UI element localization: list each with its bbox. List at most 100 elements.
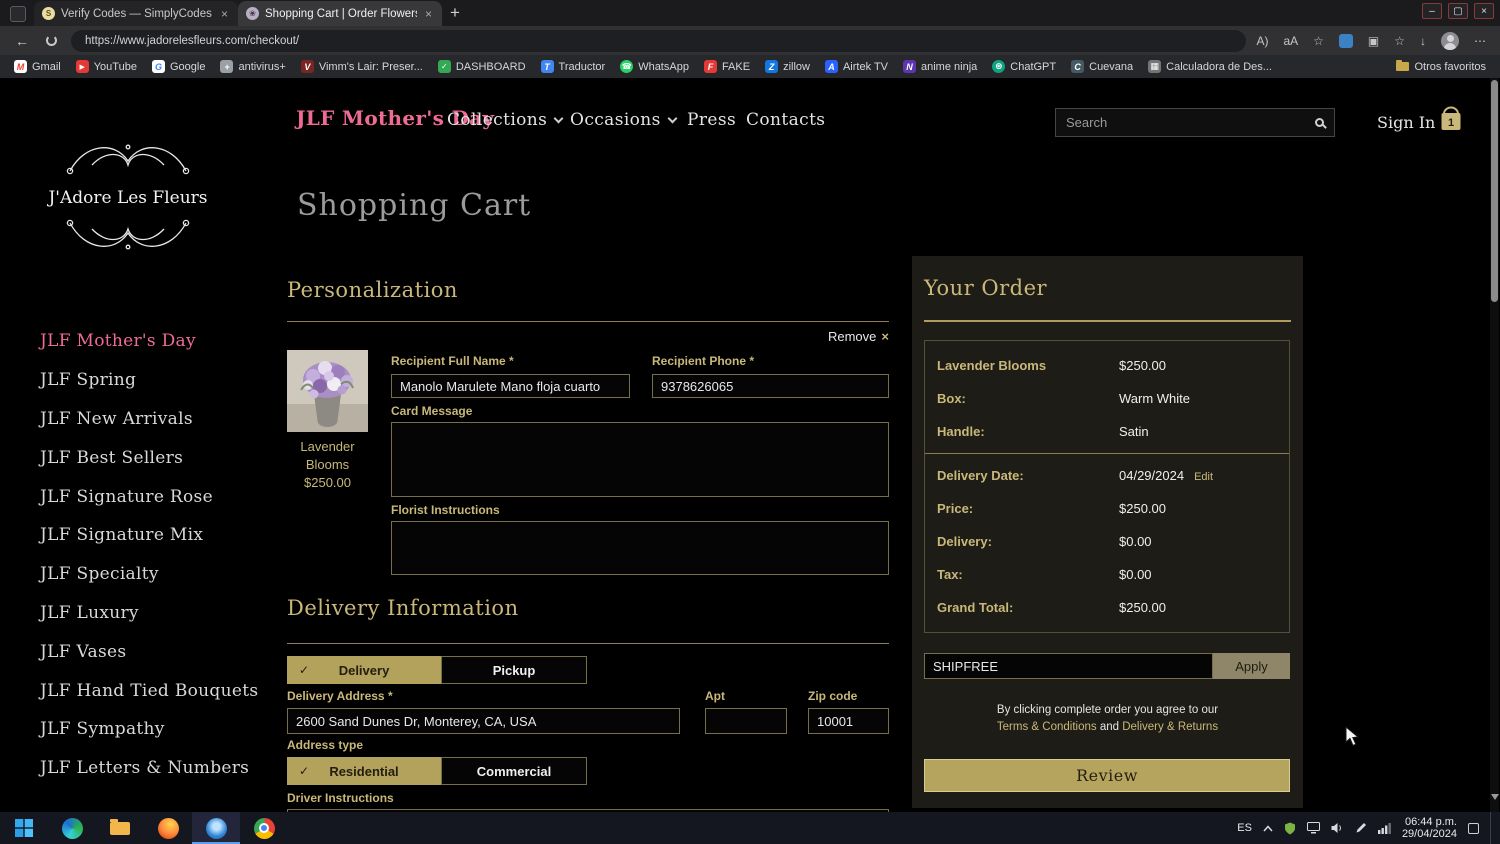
returns-link[interactable]: Delivery & Returns	[1122, 721, 1218, 733]
edge-taskbar-icon[interactable]	[48, 812, 96, 844]
nav-occasions[interactable]: Occasions	[570, 110, 678, 130]
bookmark-antivirus[interactable]: + antivirus+	[220, 60, 286, 73]
tab-close-icon[interactable]: ×	[423, 7, 434, 21]
sidebar-item-best-sellers[interactable]: JLF Best Sellers	[40, 438, 258, 477]
sidebar-item-sympathy[interactable]: JLF Sympathy	[40, 710, 258, 749]
translate-icon[interactable]: aA	[1283, 34, 1298, 48]
taskbar-clock[interactable]: 06:44 p.m. 29/04/2024	[1402, 816, 1457, 840]
delivery-tab[interactable]: ✓ Delivery	[287, 656, 441, 684]
bookmark-whatsapp[interactable]: ☎ WhatsApp	[620, 60, 689, 73]
sidebar-item-luxury[interactable]: JLF Luxury	[40, 594, 258, 633]
bookmark-zillow[interactable]: Zzillow	[765, 60, 810, 73]
delivery-address-input[interactable]	[287, 708, 680, 734]
favorites-bar-icon[interactable]: ☆	[1394, 34, 1405, 48]
search-input[interactable]	[1066, 115, 1315, 130]
sidebar-item-vases[interactable]: JLF Vases	[40, 632, 258, 671]
sidebar-item-letters-numbers[interactable]: JLF Letters & Numbers	[40, 749, 258, 788]
delivery-pickup-toggle: ✓ Delivery Pickup	[287, 656, 587, 684]
tab-shopping-cart[interactable]: ❀ Shopping Cart | Order Flowers... ×	[238, 1, 442, 26]
apply-promo-button[interactable]: Apply	[1213, 653, 1290, 679]
bookmark-cuevana[interactable]: C Cuevana	[1071, 60, 1133, 73]
network-bars-icon[interactable]	[1377, 822, 1391, 834]
remove-item-link[interactable]: Remove ×	[828, 329, 889, 344]
refresh-icon[interactable]	[46, 35, 57, 46]
extension-icon[interactable]	[1338, 33, 1353, 48]
bookmark-google[interactable]: G Google	[151, 60, 205, 73]
tab-simplycodes[interactable]: S Verify Codes — SimplyCodes ×	[34, 1, 238, 26]
bookmark-airtek[interactable]: A Airtek TV	[824, 60, 888, 73]
chrome-icon[interactable]	[240, 812, 288, 844]
search-icon[interactable]	[1315, 118, 1324, 127]
workspace-icon[interactable]	[10, 6, 26, 22]
bookmark-youtube[interactable]: ▶ YouTube	[75, 60, 137, 73]
other-favorites[interactable]: Otros favoritos	[1396, 60, 1486, 73]
sidebar-item-signature-rose[interactable]: JLF Signature Rose	[40, 477, 258, 516]
system-tray: ES 06:44 p.m. 29/04/2024	[1237, 812, 1500, 844]
new-tab-button[interactable]: +	[442, 1, 468, 25]
downloads-icon[interactable]: ↓	[1420, 34, 1426, 48]
bookmark-chatgpt[interactable]: ⊛ ChatGPT	[992, 60, 1056, 73]
nav-contacts[interactable]: Contacts	[746, 110, 825, 130]
card-message-textarea[interactable]	[391, 422, 889, 497]
notification-center-icon[interactable]	[1468, 822, 1479, 834]
bookmark-fake[interactable]: F FAKE	[703, 60, 750, 73]
minimize-button[interactable]: –	[1422, 3, 1442, 19]
apt-input[interactable]	[705, 708, 787, 734]
start-button[interactable]	[0, 812, 48, 844]
edit-date-link[interactable]: Edit	[1194, 471, 1213, 483]
recipient-phone-input[interactable]	[652, 374, 889, 398]
commercial-tab[interactable]: Commercial	[441, 757, 587, 785]
promo-code-input[interactable]	[924, 653, 1213, 679]
sidebar-item-signature-mix[interactable]: JLF Signature Mix	[40, 516, 258, 555]
bookmark-dashboard[interactable]: ✓ DASHBOARD	[437, 60, 526, 73]
sign-in-link[interactable]: Sign In	[1377, 113, 1435, 132]
bookmark-anime-ninja[interactable]: Nanime ninja	[903, 60, 977, 73]
florist-instructions-textarea[interactable]	[391, 521, 889, 575]
sidebar-item-spring[interactable]: JLF Spring	[40, 361, 258, 400]
sidebar-item-mothers-day[interactable]: JLF Mother's Day	[40, 322, 258, 361]
residential-tab[interactable]: ✓ Residential	[287, 757, 441, 785]
terms-link[interactable]: Terms & Conditions	[997, 721, 1097, 733]
show-desktop-strip[interactable]	[1490, 812, 1494, 844]
order-heading-divider	[924, 320, 1291, 322]
profile-avatar[interactable]	[1441, 31, 1459, 50]
favorite-add-icon[interactable]: ☆	[1313, 34, 1324, 48]
language-indicator[interactable]: ES	[1237, 822, 1252, 834]
display-icon[interactable]	[1306, 822, 1320, 834]
browser-menu-icon[interactable]: ⋯	[1474, 34, 1486, 48]
cart-button[interactable]: 1	[1438, 104, 1464, 139]
file-explorer-icon[interactable]	[96, 812, 144, 844]
sidebar-item-specialty[interactable]: JLF Specialty	[40, 555, 258, 594]
order-row: Lavender Blooms $250.00	[937, 358, 1166, 373]
pen-icon[interactable]	[1355, 822, 1367, 834]
page-scrollbar[interactable]	[1490, 78, 1499, 812]
pickup-tab[interactable]: Pickup	[441, 656, 587, 684]
close-button[interactable]: ×	[1474, 3, 1494, 19]
tab-close-icon[interactable]: ×	[219, 7, 230, 21]
sidebar-item-hand-tied[interactable]: JLF Hand Tied Bouquets	[40, 671, 258, 710]
sidebar-item-new-arrivals[interactable]: JLF New Arrivals	[40, 400, 258, 439]
tray-expand-icon[interactable]	[1263, 824, 1273, 832]
bookmark-traductor[interactable]: T Traductor	[540, 60, 605, 73]
bookmark-calculadora[interactable]: ▦ Calculadora de Des...	[1148, 60, 1272, 73]
bookmark-vimms-lair[interactable]: V Vimm's Lair: Preser...	[300, 60, 423, 73]
zip-input[interactable]	[808, 708, 889, 734]
read-aloud-icon[interactable]: A)	[1256, 34, 1268, 48]
firefox-icon[interactable]	[144, 812, 192, 844]
active-browser-icon[interactable]	[192, 812, 240, 844]
product-thumbnail[interactable]	[287, 350, 368, 437]
back-icon[interactable]: ←	[10, 33, 34, 49]
recipient-name-input[interactable]	[391, 374, 630, 398]
nav-press[interactable]: Press	[687, 110, 736, 130]
site-logo[interactable]: J'Adore Les Fleurs	[40, 133, 216, 268]
collections-icon[interactable]: ▣	[1368, 34, 1379, 48]
nav-collections[interactable]: Collections	[447, 110, 564, 130]
url-field[interactable]: https://www.jadorelesfleurs.com/checkout…	[71, 29, 1247, 52]
review-button[interactable]: Review	[924, 759, 1290, 792]
speaker-icon[interactable]	[1331, 822, 1344, 834]
bookmark-gmail[interactable]: M Gmail	[14, 60, 61, 73]
scrollbar-down-arrow[interactable]	[1491, 794, 1499, 800]
scrollbar-thumb[interactable]	[1491, 80, 1498, 302]
maximize-button[interactable]: ▢	[1448, 3, 1468, 19]
security-shield-icon[interactable]	[1284, 822, 1296, 835]
